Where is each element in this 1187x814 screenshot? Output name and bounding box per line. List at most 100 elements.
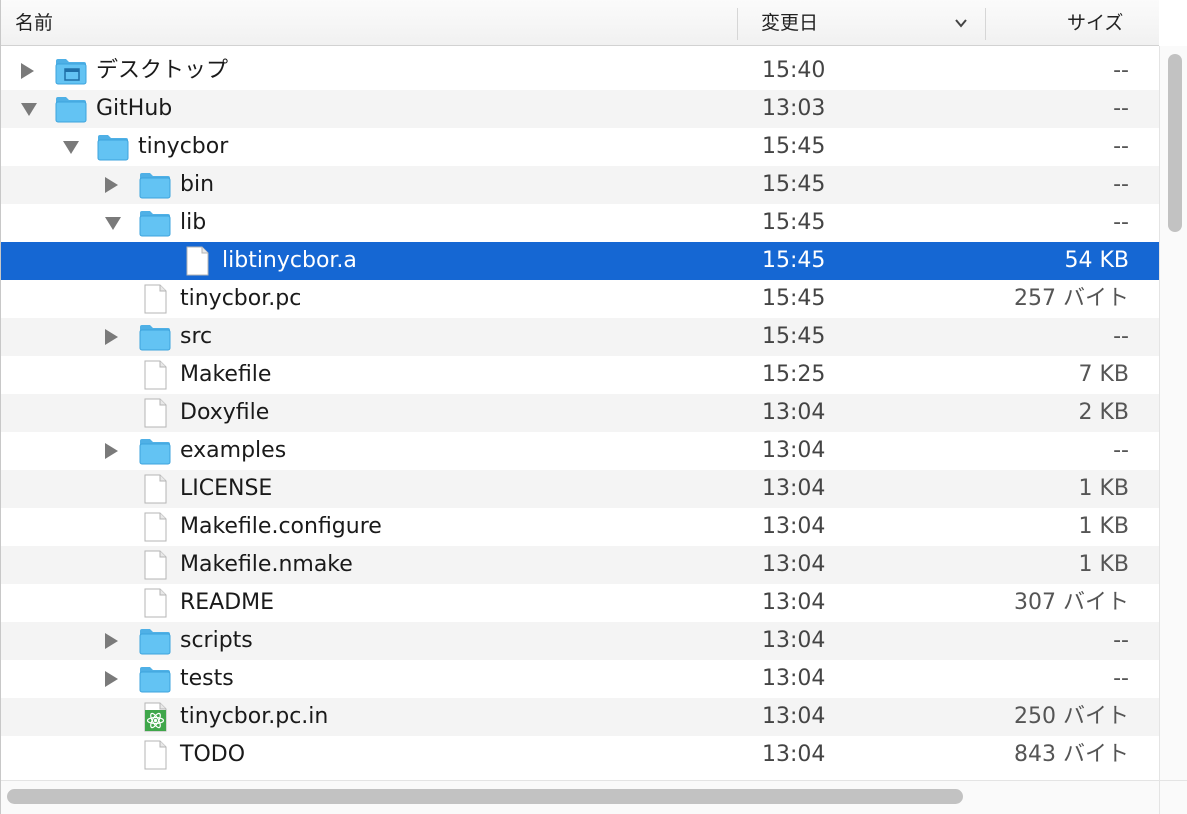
- file-name: src: [180, 324, 213, 349]
- size-column-header[interactable]: サイズ: [1067, 0, 1123, 46]
- document-icon: [144, 588, 167, 618]
- file-date: 13:04: [762, 400, 826, 425]
- file-row[interactable]: examples 13:04 --: [1, 432, 1159, 470]
- file-name: デスクトップ: [96, 58, 229, 83]
- file-name: Makefile.nmake: [180, 552, 353, 577]
- disclosure-closed-icon[interactable]: [105, 329, 118, 345]
- file-name: Makefile: [180, 362, 272, 387]
- folder-icon: [97, 135, 129, 161]
- file-date: 15:45: [762, 134, 826, 159]
- file-row[interactable]: デスクトップ 15:40 --: [1, 52, 1159, 90]
- file-date: 15:45: [762, 172, 826, 197]
- file-row[interactable]: Doxyfile 13:04 2 KB: [1, 394, 1159, 432]
- file-row[interactable]: lib 15:45 --: [1, 204, 1159, 242]
- file-name: libtinycbor.a: [222, 248, 357, 273]
- file-name: tests: [180, 666, 234, 691]
- column-divider[interactable]: [737, 8, 738, 40]
- file-size: --: [1113, 172, 1129, 197]
- file-size: 843 バイト: [1014, 742, 1129, 767]
- file-name: tinycbor: [138, 134, 229, 159]
- file-size: 1 KB: [1078, 552, 1129, 577]
- folder-icon: [139, 325, 171, 351]
- file-row[interactable]: Makefile.nmake 13:04 1 KB: [1, 546, 1159, 584]
- file-name: tinycbor.pc.in: [180, 704, 329, 729]
- scrollbar-corner: [1159, 780, 1187, 814]
- file-name: TODO: [180, 742, 246, 767]
- file-row[interactable]: scripts 13:04 --: [1, 622, 1159, 660]
- file-size: 2 KB: [1078, 400, 1129, 425]
- horizontal-scrollbar[interactable]: [1, 780, 1159, 814]
- file-size: --: [1113, 628, 1129, 653]
- folder-icon: [139, 173, 171, 199]
- file-row[interactable]: README 13:04 307 バイト: [1, 584, 1159, 622]
- vertical-scroll-thumb[interactable]: [1168, 54, 1182, 232]
- file-row[interactable]: LICENSE 13:04 1 KB: [1, 470, 1159, 508]
- column-divider[interactable]: [985, 8, 986, 40]
- file-date: 15:25: [762, 362, 826, 387]
- file-size: 307 バイト: [1014, 590, 1129, 615]
- file-date: 13:04: [762, 628, 826, 653]
- disclosure-closed-icon[interactable]: [105, 633, 118, 649]
- name-column-header[interactable]: 名前: [15, 0, 53, 46]
- file-name: Makefile.configure: [180, 514, 382, 539]
- file-name: bin: [180, 172, 215, 197]
- file-size: --: [1113, 324, 1129, 349]
- file-row[interactable]: libtinycbor.a 15:45 54 KB: [1, 242, 1159, 280]
- desktop-folder-icon: [55, 59, 87, 85]
- file-name: tinycbor.pc: [180, 286, 302, 311]
- file-row[interactable]: tinycbor.pc.in 13:04 250 バイト: [1, 698, 1159, 736]
- file-date: 13:04: [762, 704, 826, 729]
- file-size: 1 KB: [1078, 514, 1129, 539]
- disclosure-open-icon[interactable]: [105, 217, 121, 230]
- document-icon: [144, 550, 167, 580]
- disclosure-closed-icon[interactable]: [21, 63, 34, 79]
- file-row[interactable]: bin 15:45 --: [1, 166, 1159, 204]
- file-date: 13:04: [762, 438, 826, 463]
- file-row[interactable]: tinycbor.pc 15:45 257 バイト: [1, 280, 1159, 318]
- file-name: scripts: [180, 628, 253, 653]
- file-row[interactable]: src 15:45 --: [1, 318, 1159, 356]
- file-size: --: [1113, 134, 1129, 159]
- file-date: 15:40: [762, 58, 826, 83]
- document-icon: [144, 740, 167, 770]
- file-size: 257 バイト: [1014, 286, 1129, 311]
- date-column-header[interactable]: 変更日: [761, 0, 818, 46]
- disclosure-open-icon[interactable]: [63, 141, 79, 154]
- folder-icon: [139, 439, 171, 465]
- file-name: Doxyfile: [180, 400, 270, 425]
- finder-list-view: 名前 変更日 サイズ デスクトップ 15:40 -- GitHub 13:03 -- tin…: [0, 0, 1187, 814]
- disclosure-open-icon[interactable]: [21, 103, 37, 116]
- document-icon: [144, 360, 167, 390]
- file-date: 13:04: [762, 514, 826, 539]
- file-size: --: [1113, 438, 1129, 463]
- disclosure-closed-icon[interactable]: [105, 177, 118, 193]
- file-date: 13:04: [762, 476, 826, 501]
- document-icon: [144, 512, 167, 542]
- file-size: --: [1113, 96, 1129, 121]
- chevron-down-icon[interactable]: [954, 16, 968, 30]
- folder-icon: [139, 667, 171, 693]
- file-size: 1 KB: [1078, 476, 1129, 501]
- file-row[interactable]: tests 13:04 --: [1, 660, 1159, 698]
- file-row[interactable]: GitHub 13:03 --: [1, 90, 1159, 128]
- document-icon: [186, 246, 209, 276]
- disclosure-closed-icon[interactable]: [105, 443, 118, 459]
- atom-document-icon: [144, 702, 167, 732]
- file-name: lib: [180, 210, 207, 235]
- horizontal-scroll-thumb[interactable]: [7, 789, 963, 804]
- file-date: 15:45: [762, 286, 826, 311]
- disclosure-closed-icon[interactable]: [105, 671, 118, 687]
- file-date: 13:04: [762, 590, 826, 615]
- column-header: 名前 変更日 サイズ: [1, 0, 1159, 46]
- file-row[interactable]: tinycbor 15:45 --: [1, 128, 1159, 166]
- file-date: 15:45: [762, 324, 826, 349]
- file-row[interactable]: Makefile 15:25 7 KB: [1, 356, 1159, 394]
- file-row[interactable]: TODO 13:04 843 バイト: [1, 736, 1159, 774]
- folder-icon: [139, 211, 171, 237]
- file-name: README: [180, 590, 275, 615]
- file-date: 13:03: [762, 96, 826, 121]
- folder-icon: [55, 97, 87, 123]
- vertical-scrollbar[interactable]: [1159, 46, 1187, 780]
- file-size: 54 KB: [1064, 248, 1129, 273]
- file-row[interactable]: Makefile.configure 13:04 1 KB: [1, 508, 1159, 546]
